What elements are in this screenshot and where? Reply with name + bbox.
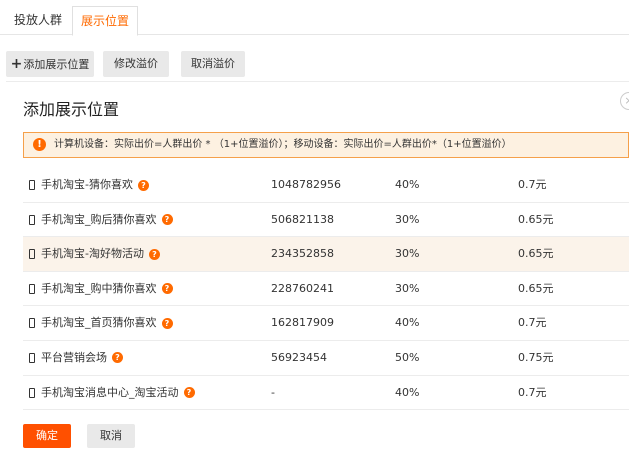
- notice-text: 计算机设备：实际出价=人群出价 * （1+位置溢价）；移动设备：实际出价=人群出…: [54, 139, 512, 150]
- placement-percent: 50%: [395, 350, 420, 364]
- placement-count: 506821138: [271, 212, 334, 226]
- table-row[interactable]: 手机淘宝_购后猜你喜欢? 506821138 30% 0.65元: [23, 203, 629, 238]
- cancel-button[interactable]: 取消: [87, 424, 135, 448]
- add-placement-label: 添加展示位置: [23, 58, 90, 71]
- mobile-phone-icon: [29, 214, 35, 225]
- placement-price: 0.65元: [518, 247, 554, 261]
- placement-name-cell: 手机淘宝-猜你喜欢?: [29, 168, 149, 202]
- placement-count: 228760241: [271, 281, 334, 295]
- placement-name-cell: 手机淘宝_购中猜你喜欢?: [29, 272, 173, 306]
- placement-name: 手机淘宝-淘好物活动: [41, 247, 144, 261]
- table-row[interactable]: 手机淘宝_首页猜你喜欢? 162817909 40% 0.7元: [23, 306, 629, 341]
- tab-audience[interactable]: 投放人群: [6, 6, 70, 36]
- placement-price: 0.65元: [518, 212, 554, 226]
- help-icon[interactable]: ?: [161, 283, 173, 295]
- close-icon[interactable]: ×: [620, 92, 629, 110]
- placement-percent: 30%: [395, 281, 420, 295]
- placement-name-cell: 手机淘宝消息中心_淘宝活动?: [29, 376, 195, 410]
- cancel-premium-button[interactable]: 取消溢价: [181, 51, 245, 77]
- notice-banner: ! 计算机设备：实际出价=人群出价 * （1+位置溢价）；移动设备：实际出价=人…: [23, 132, 629, 158]
- placement-price: 0.7元: [518, 385, 547, 399]
- tab-bar: 投放人群 展示位置: [0, 0, 629, 36]
- plus-icon: +: [10, 56, 23, 72]
- placement-count: 56923454: [271, 350, 327, 364]
- placement-name-cell: 手机淘宝_购后猜你喜欢?: [29, 203, 173, 237]
- modify-premium-button[interactable]: 修改溢价: [103, 51, 169, 77]
- placement-percent: 40%: [395, 316, 420, 330]
- warning-icon: !: [33, 138, 46, 151]
- mobile-phone-icon: [29, 387, 35, 398]
- placement-percent: 40%: [395, 385, 420, 399]
- placement-name-cell: 手机淘宝_首页猜你喜欢?: [29, 306, 173, 340]
- placement-percent: 30%: [395, 247, 420, 261]
- help-icon[interactable]: ?: [161, 317, 173, 329]
- placement-count: -: [271, 385, 275, 399]
- add-placement-button[interactable]: +添加展示位置: [6, 51, 94, 77]
- help-icon[interactable]: ?: [137, 179, 149, 191]
- tab-placement[interactable]: 展示位置: [72, 6, 138, 36]
- table-row[interactable]: 手机淘宝_购中猜你喜欢? 228760241 30% 0.65元: [23, 272, 629, 307]
- placement-name: 手机淘宝-猜你喜欢: [41, 178, 133, 191]
- placement-price: 0.65元: [518, 281, 554, 295]
- panel-title: 添加展示位置: [23, 100, 120, 119]
- placement-percent: 30%: [395, 212, 420, 226]
- placement-name: 手机淘宝消息中心_淘宝活动: [41, 385, 179, 399]
- placement-name: 手机淘宝_购中猜你喜欢: [41, 281, 157, 295]
- mobile-phone-icon: [29, 352, 35, 363]
- help-icon[interactable]: ?: [183, 387, 195, 399]
- table-row[interactable]: 手机淘宝-淘好物活动? 234352858 30% 0.65元: [23, 237, 629, 272]
- placement-name: 手机淘宝_购后猜你喜欢: [41, 212, 157, 226]
- placement-name-cell: 手机淘宝-淘好物活动?: [29, 237, 160, 271]
- placement-count: 1048782956: [271, 178, 341, 191]
- placement-count: 234352858: [271, 247, 334, 261]
- placement-name: 平台营销会场: [41, 350, 107, 364]
- help-icon[interactable]: ?: [161, 214, 173, 226]
- placement-price: 0.7元: [518, 316, 547, 330]
- mobile-phone-icon: [29, 249, 35, 260]
- add-placement-panel: 添加展示位置 × ! 计算机设备：实际出价=人群出价 * （1+位置溢价）；移动…: [6, 81, 629, 451]
- placement-price: 0.7元: [518, 178, 547, 191]
- placement-percent: 40%: [395, 178, 420, 191]
- mobile-phone-icon: [29, 283, 35, 294]
- mobile-phone-icon: [29, 318, 35, 329]
- placement-count: 162817909: [271, 316, 334, 330]
- placement-name: 手机淘宝_首页猜你喜欢: [41, 316, 157, 330]
- help-icon[interactable]: ?: [112, 352, 123, 364]
- help-icon[interactable]: ?: [148, 248, 160, 260]
- mobile-phone-icon: [29, 180, 35, 190]
- table-row[interactable]: 平台营销会场? 56923454 50% 0.75元: [23, 341, 629, 376]
- placement-price: 0.75元: [518, 350, 554, 364]
- confirm-button[interactable]: 确定: [23, 424, 71, 448]
- placement-name-cell: 平台营销会场?: [29, 341, 123, 375]
- placement-table: 手机淘宝-猜你喜欢? 1048782956 40% 0.7元 手机淘宝_购后猜你喜欢? 5…: [23, 168, 629, 411]
- table-row[interactable]: 手机淘宝-猜你喜欢? 1048782956 40% 0.7元: [23, 168, 629, 203]
- table-row[interactable]: 手机淘宝消息中心_淘宝活动? - 40% 0.7元: [23, 376, 629, 411]
